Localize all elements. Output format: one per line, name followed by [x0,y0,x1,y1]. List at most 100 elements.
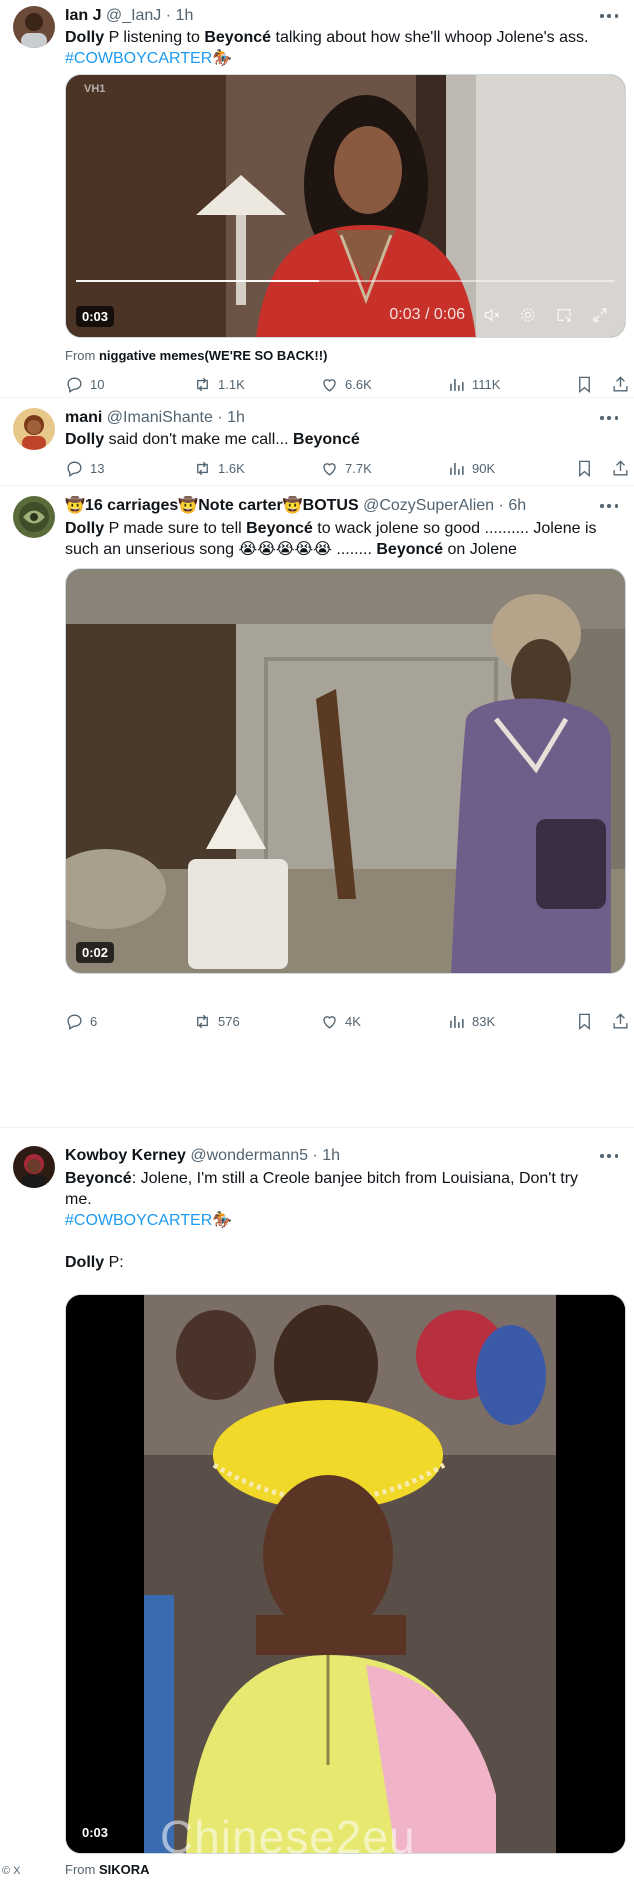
bookmark-icon [579,376,590,394]
tweet[interactable]: Kowboy Kerney @wondermann5 · 1h Beyoncé:… [0,1128,634,1887]
share-icon [613,376,628,392]
separator-dot: · [312,1147,318,1164]
reply-button[interactable]: 6 [65,1012,97,1031]
share-button[interactable] [611,375,634,394]
retweet-icon [197,377,208,392]
horse-emoji-icon: 🏇 [212,1212,233,1229]
tweet-actions: 10 1.1K 6.6K 111K [65,375,628,397]
reply-icon [67,377,82,393]
timestamp[interactable]: 1h [176,7,194,24]
like-icon [323,1016,336,1029]
timestamp[interactable]: 1h [322,1147,340,1164]
retweet-button[interactable]: 1.1K [193,375,245,394]
tweet-text: Dolly P made sure to tell Beyoncé to wac… [65,520,597,558]
hashtag-link[interactable]: #COWBOYCARTER [65,50,212,67]
video-controls: 0:03 / 0:06 [389,306,609,324]
video-timer: 0:02 [76,942,115,963]
share-icon [613,460,628,476]
retweet-icon [197,1014,208,1029]
views-icon [450,462,464,475]
separator-dot: · [498,497,504,514]
avatar[interactable] [13,1146,55,1188]
tweet-header: Ian J @_IanJ · 1h [65,6,614,26]
reply-icon [67,1014,82,1030]
hashtag-link[interactable]: #COWBOYCARTER [65,1212,212,1229]
site-watermark: Chinese2eu [160,1811,416,1863]
media-source[interactable]: From SIKORA [65,1862,150,1877]
fullscreen-icon[interactable] [591,306,609,324]
like-icon [323,463,336,476]
video-player[interactable]: VH1 0:03 0:03 / 0:06 [65,74,626,338]
settings-icon[interactable] [519,306,537,324]
tweet-text: Beyoncé: Jolene, I'm still a Creole banj… [65,1170,579,1271]
video-frame [66,1295,625,1853]
tweet-text: Dolly P listening to Beyoncé talking abo… [65,29,589,67]
retweet-button[interactable]: 576 [193,1012,240,1031]
display-name[interactable]: 🤠16 carriages🤠Note carter🤠BOTUS [65,497,359,514]
volume-icon[interactable] [483,306,501,324]
like-button[interactable]: 7.7K [320,459,372,478]
tweet-actions: 6 576 4K 83K [65,1012,628,1034]
bookmark-button[interactable] [575,375,600,394]
bookmark-button[interactable] [575,1012,600,1031]
display-name[interactable]: Kowboy Kerney [65,1147,186,1164]
bookmark-icon [579,460,590,478]
horse-emoji-icon: 🏇 [212,50,233,67]
views-icon [450,1015,464,1028]
share-button[interactable] [611,459,634,478]
tweet-header: Kowboy Kerney @wondermann5 · 1h [65,1146,614,1166]
share-button[interactable] [611,1012,634,1031]
more-icon[interactable] [598,496,620,516]
tweet-text: Dolly said don't make me call... Beyoncé [65,431,360,448]
retweet-icon [197,461,208,476]
views-button[interactable]: 90K [447,459,495,478]
video-progress-bar[interactable] [76,280,615,282]
like-icon [323,379,336,392]
bookmark-button[interactable] [575,459,600,478]
x-copyright-mark: © X [2,1865,21,1877]
more-icon[interactable] [598,408,620,428]
views-button[interactable]: 111K [447,375,500,394]
display-name[interactable]: mani [65,409,102,426]
tweet-header: 🤠16 carriages🤠Note carter🤠BOTUS @CozySup… [65,496,614,516]
like-button[interactable]: 4K [320,1012,361,1031]
video-frame [66,569,625,973]
avatar[interactable] [13,408,55,450]
timestamp[interactable]: 6h [508,497,526,514]
retweet-button[interactable]: 1.6K [193,459,245,478]
reply-button[interactable]: 10 [65,375,104,394]
separator-dot: · [217,409,223,426]
user-handle[interactable]: @wondermann5 [190,1147,308,1164]
video-time-readout: 0:03 / 0:06 [389,306,465,323]
separator-dot: · [165,7,172,24]
tweet[interactable]: Ian J @_IanJ · 1h Dolly P listening to B… [0,0,634,398]
more-icon[interactable] [598,6,620,26]
tweet[interactable]: mani @ImaniShante · 1h Dolly said don't … [0,398,634,486]
user-handle[interactable]: @_IanJ [106,7,161,24]
user-handle[interactable]: @CozySuperAlien [363,497,494,514]
watermark-logo: VH1 [84,83,106,95]
video-timer: 0:03 [76,1822,115,1843]
tweet-header: mani @ImaniShante · 1h [65,408,614,428]
share-icon [613,1013,628,1029]
avatar[interactable] [13,496,55,538]
views-button[interactable]: 83K [447,1012,495,1031]
tweet-actions: 13 1.6K 7.7K 90K [65,459,628,481]
video-timer: 0:03 [76,306,115,327]
bookmark-icon [579,1013,590,1031]
video-frame [66,75,625,337]
reply-button[interactable]: 13 [65,459,104,478]
reply-icon [67,461,82,477]
more-icon[interactable] [598,1146,620,1166]
views-icon [450,378,464,391]
video-player[interactable]: 0:02 [65,568,626,974]
avatar[interactable] [13,6,55,48]
display-name[interactable]: Ian J [65,7,101,24]
pip-icon[interactable] [555,306,573,324]
video-player[interactable]: 0:03 [65,1294,626,1854]
timestamp[interactable]: 1h [227,409,245,426]
like-button[interactable]: 6.6K [320,375,372,394]
media-source[interactable]: From niggative memes(WE'RE SO BACK!!) [65,348,327,363]
user-handle[interactable]: @ImaniShante [107,409,213,426]
tweet[interactable]: 🤠16 carriages🤠Note carter🤠BOTUS @CozySup… [0,486,634,1128]
